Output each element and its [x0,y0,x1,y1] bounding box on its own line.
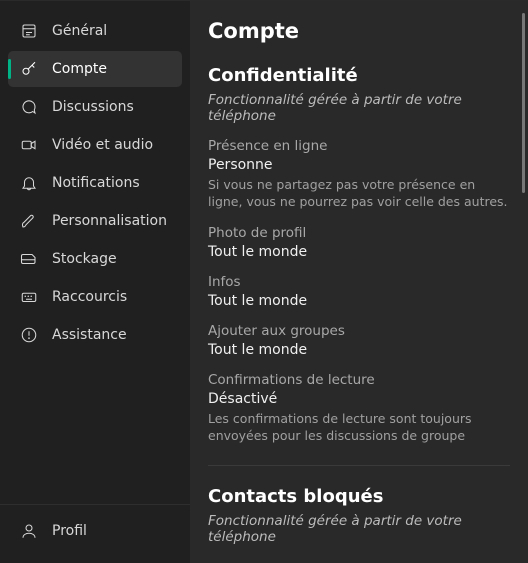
setting-about[interactable]: Infos Tout le monde [208,274,510,309]
sidebar-item-help[interactable]: Assistance [8,317,182,353]
sidebar-item-account[interactable]: Compte [8,51,182,87]
setting-value: Désactivé [208,391,510,407]
keyboard-icon [20,288,38,306]
sidebar-item-label: Discussions [52,99,134,115]
sidebar-item-label: Notifications [52,175,140,191]
sidebar-item-video-audio[interactable]: Vidéo et audio [8,127,182,163]
sidebar-item-personalization[interactable]: Personnalisation [8,203,182,239]
profile-icon [20,522,38,540]
sidebar-item-storage[interactable]: Stockage [8,241,182,277]
setting-label: Ajouter aux groupes [208,323,510,339]
setting-read-receipts[interactable]: Confirmations de lecture Désactivé Les c… [208,372,510,445]
video-icon [20,136,38,154]
setting-desc: Si vous ne partagez pas votre présence e… [208,177,510,211]
privacy-subtitle: Fonctionnalité gérée à partir de votre t… [208,92,510,124]
sidebar-item-label: Compte [52,61,107,77]
setting-label: Infos [208,274,510,290]
sidebar-item-profile[interactable]: Profil [8,513,182,549]
sidebar-item-label: Personnalisation [52,213,167,229]
sidebar-item-shortcuts[interactable]: Raccourcis [8,279,182,315]
sidebar-list: Général Compte Discussions Vidéo et [0,13,190,504]
chat-icon [20,98,38,116]
main-panel: Compte Confidentialité Fonctionnalité gé… [190,0,528,563]
blocked-heading: Contacts bloqués [208,486,510,507]
setting-value: Tout le monde [208,342,510,358]
sidebar-item-chats[interactable]: Discussions [8,89,182,125]
sidebar: Général Compte Discussions Vidéo et [0,0,190,563]
setting-presence[interactable]: Présence en ligne Personne Si vous ne pa… [208,138,510,211]
section-divider [208,465,510,466]
sidebar-item-label: Général [52,23,107,39]
setting-profile-photo[interactable]: Photo de profil Tout le monde [208,225,510,260]
active-accent [8,59,11,79]
storage-icon [20,250,38,268]
setting-label: Confirmations de lecture [208,372,510,388]
help-icon [20,326,38,344]
setting-value: Personne [208,157,510,173]
setting-label: Présence en ligne [208,138,510,154]
brush-icon [20,212,38,230]
settings-icon [20,22,38,40]
setting-desc: Les confirmations de lecture sont toujou… [208,411,510,445]
sidebar-item-label: Raccourcis [52,289,127,305]
setting-value: Tout le monde [208,244,510,260]
scrollbar-thumb[interactable] [522,13,525,193]
page-title: Compte [208,19,510,43]
setting-value: Tout le monde [208,293,510,309]
blocked-subtitle: Fonctionnalité gérée à partir de votre t… [208,513,510,545]
sidebar-item-general[interactable]: Général [8,13,182,49]
setting-groups[interactable]: Ajouter aux groupes Tout le monde [208,323,510,358]
sidebar-item-label: Assistance [52,327,127,343]
sidebar-item-label: Vidéo et audio [52,137,153,153]
setting-label: Photo de profil [208,225,510,241]
key-icon [20,60,38,78]
privacy-heading: Confidentialité [208,65,510,86]
sidebar-item-label: Stockage [52,251,117,267]
bell-icon [20,174,38,192]
sidebar-item-notifications[interactable]: Notifications [8,165,182,201]
sidebar-item-label: Profil [52,523,87,539]
